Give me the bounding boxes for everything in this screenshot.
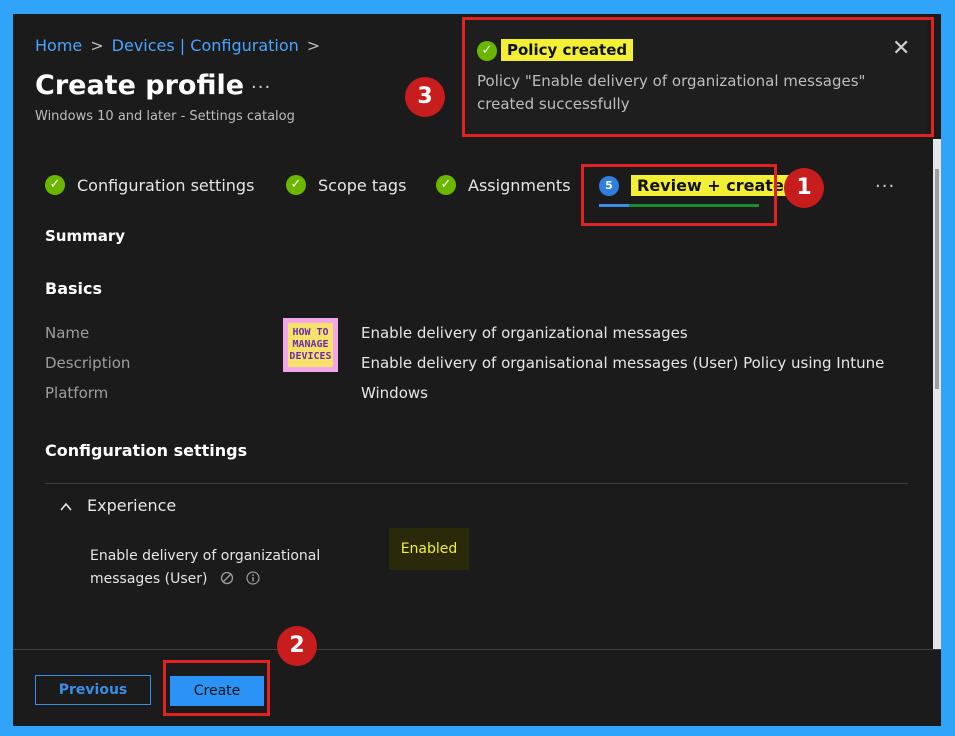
breadcrumb-home[interactable]: Home <box>35 36 82 55</box>
callout-highlight-box <box>163 660 270 716</box>
check-icon: ✓ <box>286 175 306 195</box>
setting-label-text: Enable delivery of organizational messag… <box>90 548 321 587</box>
name-value: Enable delivery of organizational messag… <box>361 324 688 342</box>
sync-icon <box>220 570 234 585</box>
step-assignments[interactable]: ✓ Assignments <box>436 175 571 195</box>
check-icon: ✓ <box>45 175 65 195</box>
callout-badge-3: 3 <box>405 77 445 117</box>
setting-label: Enable delivery of organizational messag… <box>90 545 350 591</box>
callout-badge-1: 1 <box>784 168 824 208</box>
config-heading: Configuration settings <box>45 441 248 460</box>
logo-text: HOW TO <box>292 327 329 338</box>
watermark-logo: HOW TO MANAGE DEVICES <box>283 318 338 372</box>
breadcrumb: Home > Devices | Configuration > <box>35 36 328 55</box>
platform-label: Platform <box>45 384 109 402</box>
info-icon[interactable] <box>246 570 261 585</box>
logo-text: DEVICES <box>289 351 332 362</box>
scrollbar[interactable] <box>933 139 941 649</box>
step-configuration-settings[interactable]: ✓ Configuration settings <box>45 175 254 195</box>
name-label: Name <box>45 324 90 342</box>
callout-badge-2: 2 <box>277 626 317 666</box>
callout-highlight-box <box>462 17 934 137</box>
breadcrumb-separator: > <box>90 36 104 55</box>
setting-value-enabled: Enabled <box>389 528 469 570</box>
page-subtitle: Windows 10 and later - Settings catalog <box>35 109 295 124</box>
check-icon: ✓ <box>436 175 456 195</box>
step-scope-tags[interactable]: ✓ Scope tags <box>286 175 406 195</box>
summary-heading: Summary <box>45 227 126 245</box>
divider <box>13 649 941 650</box>
step-label: Scope tags <box>318 175 407 195</box>
more-options-icon[interactable]: ··· <box>251 77 271 98</box>
description-label: Description <box>45 354 131 372</box>
chevron-up-icon <box>59 499 73 513</box>
description-value: Enable delivery of organisational messag… <box>361 354 885 372</box>
breadcrumb-separator: > <box>306 36 321 55</box>
step-label: Assignments <box>468 175 571 195</box>
more-steps-icon[interactable]: ··· <box>875 176 895 197</box>
page-title: Create profile <box>35 70 245 101</box>
previous-button[interactable]: Previous <box>35 675 151 705</box>
section-label: Experience <box>87 496 177 515</box>
basics-heading: Basics <box>45 279 103 298</box>
callout-highlight-box <box>581 164 777 226</box>
breadcrumb-devices[interactable]: Devices | Configuration <box>112 36 299 55</box>
platform-value: Windows <box>361 384 428 402</box>
step-label: Configuration settings <box>77 175 255 195</box>
experience-section-toggle[interactable]: Experience <box>59 496 176 515</box>
app-window: Home > Devices | Configuration > Create pro… <box>13 14 941 726</box>
divider <box>45 483 908 484</box>
logo-text: MANAGE <box>292 339 329 350</box>
